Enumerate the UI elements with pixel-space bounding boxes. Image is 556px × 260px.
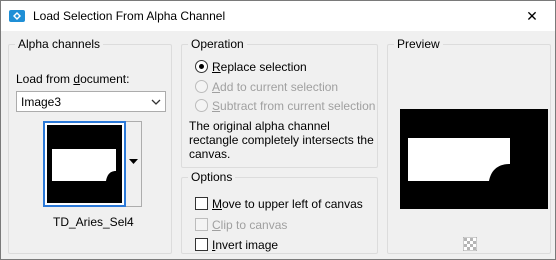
close-icon: ✕	[526, 7, 538, 24]
transparency-checker-icon[interactable]	[463, 237, 477, 251]
radio-button[interactable]	[195, 80, 208, 93]
dialog-window: Load Selection From Alpha Channel ✕ Alph…	[0, 0, 556, 260]
options-group: Options	[181, 170, 378, 254]
info-line: rectangle completely intersects the	[189, 133, 374, 147]
radio-label: Replace selection	[212, 60, 307, 74]
operation-label: Operation	[188, 37, 247, 51]
checkbox-label: Move to upper left of canvas	[212, 197, 363, 211]
load-from-document-label: Load from document:	[16, 72, 130, 86]
info-line: The original alpha channel	[189, 119, 330, 133]
preview-label: Preview	[394, 37, 443, 51]
preview-shape	[408, 138, 510, 181]
radio-button[interactable]	[195, 99, 208, 112]
document-select-value: Image3	[21, 95, 62, 109]
close-button[interactable]: ✕	[509, 1, 555, 31]
preview-image	[400, 109, 548, 209]
title-bar[interactable]: Load Selection From Alpha Channel ✕	[1, 1, 555, 31]
radio-button[interactable]	[195, 60, 208, 73]
checkbox[interactable]	[195, 218, 208, 231]
thumbnail-shape	[52, 149, 116, 181]
thumbnail-dropdown-button[interactable]	[126, 121, 142, 207]
checkbox[interactable]	[195, 238, 208, 251]
app-diamond-icon	[9, 10, 25, 22]
radio-label: Subtract from current selection	[212, 99, 376, 113]
window-title: Load Selection From Alpha Channel	[33, 9, 226, 23]
checkbox-label: Clip to canvas	[212, 218, 288, 232]
channel-name: TD_Aries_Sel4	[53, 215, 134, 229]
checkbox[interactable]	[195, 197, 208, 210]
alpha-channel-thumbnail[interactable]	[43, 121, 126, 207]
operation-info-text: The original alpha channel rectangle com…	[189, 119, 374, 161]
alpha-channels-label: Alpha channels	[15, 37, 104, 51]
info-line: canvas.	[189, 147, 231, 161]
radio-label: Add to current selection	[212, 80, 339, 94]
options-label: Options	[188, 170, 236, 184]
dropdown-arrow-icon	[129, 159, 138, 164]
document-select[interactable]: Image3	[16, 91, 166, 112]
checkbox-label: Invert image	[212, 238, 279, 252]
chevron-down-icon	[151, 99, 161, 105]
